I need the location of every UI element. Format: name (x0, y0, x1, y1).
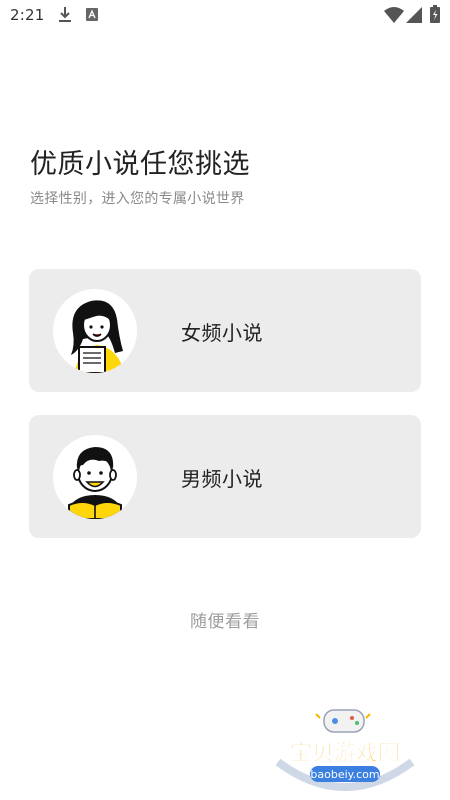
girl-reading-avatar (53, 289, 137, 373)
status-time: 2:21 (10, 6, 45, 24)
signal-icon (406, 7, 422, 23)
watermark-logo: 宝贝游戏网 baobeiy.com (270, 700, 420, 800)
status-bar: 2:21 (0, 0, 450, 30)
battery-icon (430, 5, 440, 23)
a-icon (86, 8, 98, 21)
male-novel-label: 男频小说 (181, 467, 263, 491)
watermark-title: 宝贝游戏网 (290, 740, 400, 766)
female-novel-label: 女频小说 (181, 321, 263, 345)
female-novel-option[interactable]: 女频小说 (29, 269, 421, 392)
watermark-url: baobeiy.com (310, 768, 379, 781)
boy-reading-avatar (53, 435, 137, 519)
wifi-icon (384, 7, 404, 23)
page-title: 优质小说任您挑选 (30, 149, 250, 180)
page-subtitle: 选择性别，进入您的专属小说世界 (30, 191, 245, 207)
download-icon (59, 7, 71, 22)
browse-randomly-link[interactable]: 随便看看 (0, 607, 450, 632)
male-novel-option[interactable]: 男频小说 (29, 415, 421, 538)
